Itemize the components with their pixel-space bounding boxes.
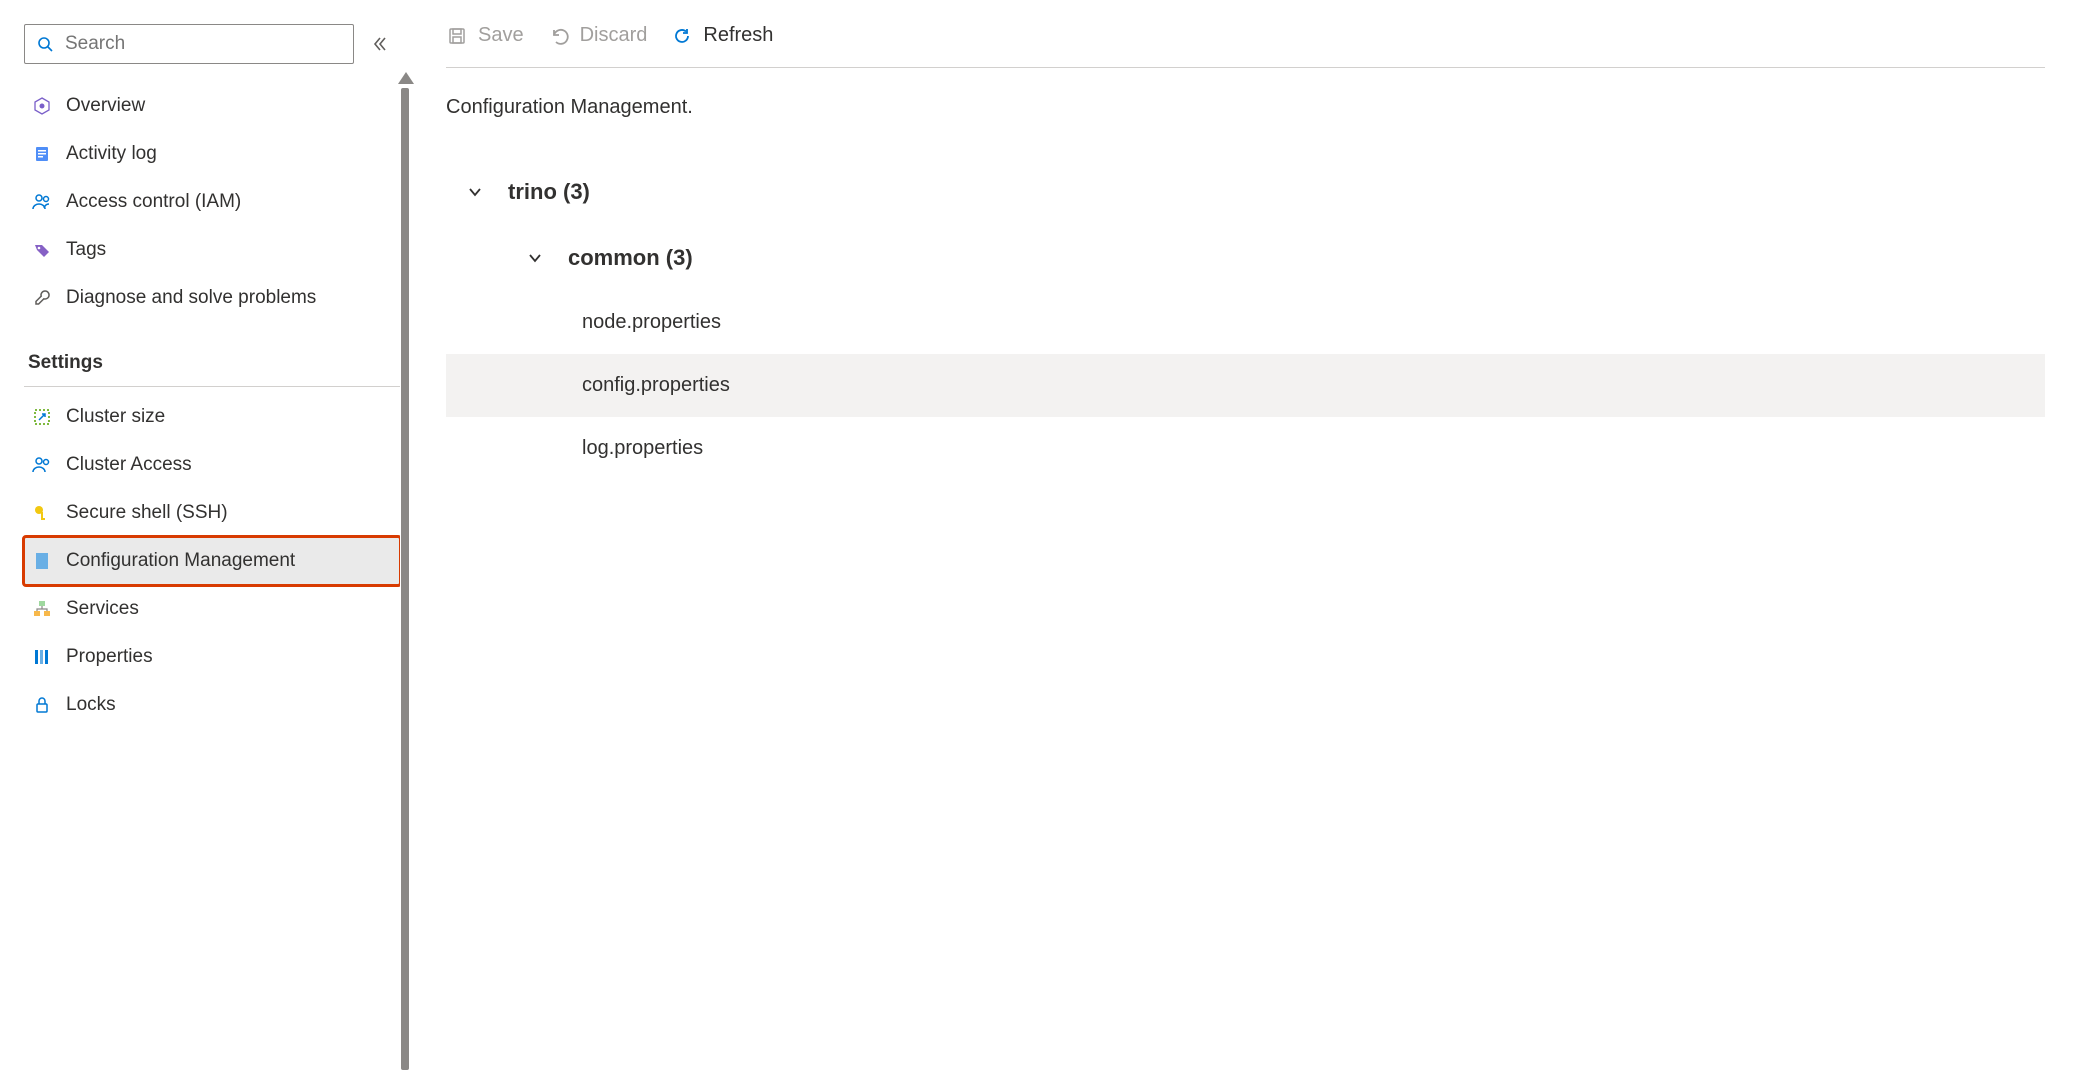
button-label: Discard [580,24,648,47]
button-label: Save [478,24,524,47]
tree-file-node-properties[interactable]: node.properties [446,291,2045,354]
sidebar-item-label: Locks [66,694,116,716]
sidebar-item-locks[interactable]: Locks [24,681,400,729]
tree-node-common[interactable]: common (3) [446,225,2045,291]
resize-icon [32,407,52,427]
sidebar-item-activity-log[interactable]: Activity log [24,130,400,178]
scroll-up-arrow-icon [398,72,414,84]
lock-icon [32,695,52,715]
sidebar-item-configuration-management[interactable]: Configuration Management [24,537,400,585]
tree-file-log-properties[interactable]: log.properties [446,417,2045,480]
sidebar-item-label: Properties [66,646,153,668]
divider [24,386,400,387]
chevron-down-icon [464,184,486,200]
tree-file-label: log.properties [582,437,703,459]
chevron-down-icon [524,250,546,266]
tag-icon [32,240,52,260]
tree-file-label: node.properties [582,311,721,333]
sidebar-item-label: Configuration Management [66,550,295,572]
search-input-wrapper[interactable] [24,24,354,64]
sidebar-item-ssh[interactable]: Secure shell (SSH) [24,489,400,537]
sidebar-item-services[interactable]: Services [24,585,400,633]
wrench-icon [32,288,52,308]
tree-node-label: common (3) [568,245,693,271]
sidebar-item-label: Diagnose and solve problems [66,287,316,309]
sidebar-item-cluster-size[interactable]: Cluster size [24,393,400,441]
people-icon [32,455,52,475]
people-icon [32,192,52,212]
sidebar-item-label: Overview [66,95,145,117]
refresh-button[interactable]: Refresh [671,24,773,47]
sidebar-item-cluster-access[interactable]: Cluster Access [24,441,400,489]
scroll-thumb[interactable] [401,88,409,1070]
sidebar-item-overview[interactable]: Overview [24,82,400,130]
main-content: Save Discard Refresh Configuration Manag… [410,0,2085,1074]
sidebar: Overview Activity log Access control (IA… [0,0,400,1074]
sidebar-item-label: Activity log [66,143,157,165]
search-input[interactable] [63,32,343,56]
undo-icon [548,25,570,47]
sidebar-item-label: Tags [66,239,106,261]
tree-node-label: trino (3) [508,179,590,205]
sidebar-item-access-control[interactable]: Access control (IAM) [24,178,400,226]
activity-log-icon [32,144,52,164]
file-icon [32,551,52,571]
collapse-sidebar-button[interactable] [372,36,388,52]
sidebar-item-label: Cluster size [66,406,165,428]
services-icon [32,599,52,619]
button-label: Refresh [703,24,773,47]
toolbar: Save Discard Refresh [446,24,2045,68]
sidebar-item-label: Access control (IAM) [66,191,241,213]
page-description: Configuration Management. [446,68,2045,159]
properties-icon [32,647,52,667]
sidebar-item-diagnose[interactable]: Diagnose and solve problems [24,274,400,322]
tree-file-label: config.properties [582,374,730,396]
save-button[interactable]: Save [446,24,524,47]
overview-icon [32,96,52,116]
key-icon [32,503,52,523]
sidebar-item-properties[interactable]: Properties [24,633,400,681]
sidebar-item-tags[interactable]: Tags [24,226,400,274]
sidebar-item-label: Services [66,598,139,620]
tree-node-trino[interactable]: trino (3) [446,159,2045,225]
sidebar-scrollbar[interactable] [400,0,410,1074]
tree-file-config-properties[interactable]: config.properties [446,354,2045,417]
search-icon [35,34,55,54]
sidebar-item-label: Secure shell (SSH) [66,502,228,524]
sidebar-section-settings: Settings [24,322,400,382]
config-tree: trino (3) common (3) node.properties con… [446,159,2045,480]
refresh-icon [671,25,693,47]
discard-button[interactable]: Discard [548,24,648,47]
save-icon [446,25,468,47]
sidebar-item-label: Cluster Access [66,454,192,476]
